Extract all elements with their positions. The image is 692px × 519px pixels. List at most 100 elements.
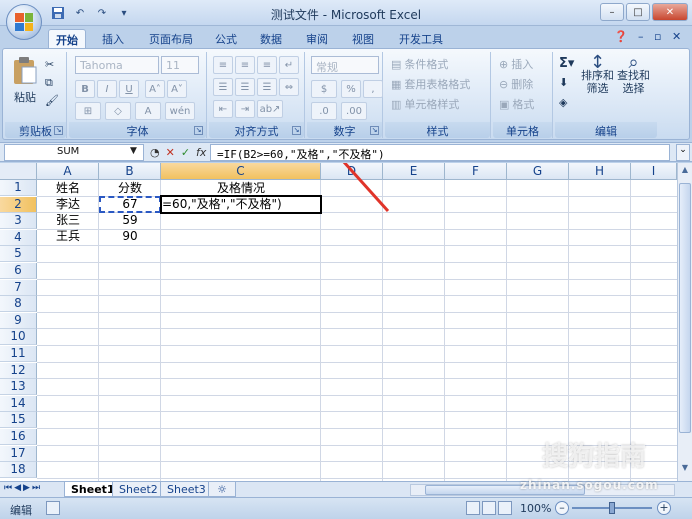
zoom-out-icon[interactable]: – <box>555 501 569 515</box>
wrap-text-icon[interactable]: ↵ <box>279 56 299 74</box>
zoom-slider-thumb[interactable] <box>609 502 615 514</box>
decrease-decimal-icon[interactable]: .00 <box>341 102 367 120</box>
fill-icon[interactable]: ⬇ <box>559 76 568 89</box>
conditional-format-button[interactable]: ▤ 条件格式 <box>391 56 448 72</box>
column-header-f[interactable]: F <box>445 163 507 180</box>
cell-a2[interactable]: 李达 <box>37 196 99 212</box>
normal-view-icon[interactable] <box>466 501 480 515</box>
scroll-up-icon[interactable]: ▲ <box>679 165 691 179</box>
expand-formula-bar-icon[interactable]: ⌄ <box>676 144 690 161</box>
formula-input[interactable]: =IF(B2>=60,"及格","不及格") <box>210 144 670 161</box>
delete-cells-button[interactable]: ⊖ 删除 <box>499 76 533 92</box>
font-name-box[interactable]: Tahoma <box>75 56 159 74</box>
name-box-dropdown-icon[interactable]: ▼ <box>130 146 137 156</box>
grow-font-icon[interactable]: A˄ <box>145 80 165 98</box>
font-size-box[interactable]: 11 <box>161 56 199 74</box>
find-select-button[interactable]: ⌕ 查找和 选择 <box>617 54 650 96</box>
row-header-10[interactable]: 10 <box>0 329 37 346</box>
row-header-16[interactable]: 16 <box>0 429 37 445</box>
cell-b4[interactable]: 90 <box>99 228 161 244</box>
bold-icon[interactable]: B <box>75 80 95 98</box>
tab-developer[interactable]: 开发工具 <box>392 29 450 48</box>
name-box[interactable]: SUM <box>4 144 144 161</box>
cell-c2[interactable]: =60,"及格","不及格") <box>162 196 320 212</box>
font-launcher-icon[interactable]: ↘ <box>194 126 203 135</box>
number-launcher-icon[interactable]: ↘ <box>370 126 379 135</box>
close-button[interactable]: ✕ <box>652 3 688 21</box>
clipboard-launcher-icon[interactable]: ↘ <box>54 126 63 135</box>
tab-page-layout[interactable]: 页面布局 <box>142 29 200 48</box>
sheet-tab-3[interactable]: Sheet3 <box>160 482 213 497</box>
format-as-table-button[interactable]: ▦ 套用表格格式 <box>391 76 470 92</box>
row-header-18[interactable]: 18 <box>0 462 37 479</box>
row-header-1[interactable]: 1 <box>0 180 37 196</box>
cell-a4[interactable]: 王兵 <box>37 228 99 244</box>
align-right-icon[interactable]: ☰ <box>257 78 277 96</box>
row-header-14[interactable]: 14 <box>0 395 37 412</box>
sheet-tab-2[interactable]: Sheet2 <box>112 482 165 497</box>
cell-b2[interactable]: 67 <box>99 196 161 212</box>
column-header-b[interactable]: B <box>99 163 161 180</box>
font-color-icon[interactable]: A <box>135 102 161 120</box>
comma-style-icon[interactable]: , <box>363 80 383 98</box>
tab-view[interactable]: 视图 <box>344 29 382 48</box>
autosum-icon[interactable]: Σ▾ <box>559 56 574 71</box>
row-header-7[interactable]: 7 <box>0 279 37 296</box>
align-center-icon[interactable]: ☰ <box>235 78 255 96</box>
column-header-c[interactable]: C <box>161 163 321 180</box>
scroll-down-icon[interactable]: ▼ <box>679 463 691 477</box>
column-header-a[interactable]: A <box>37 163 99 180</box>
tab-review[interactable]: 审阅 <box>298 29 336 48</box>
cut-icon[interactable]: ✂ <box>45 58 54 71</box>
cell-b3[interactable]: 59 <box>99 212 161 228</box>
cell-a1[interactable]: 姓名 <box>37 180 99 196</box>
row-header-8[interactable]: 8 <box>0 296 37 313</box>
row-header-11[interactable]: 11 <box>0 346 37 362</box>
clear-icon[interactable]: ◈ <box>559 96 567 109</box>
office-button[interactable] <box>6 4 42 40</box>
cell-a3[interactable]: 张三 <box>37 212 99 228</box>
row-header-6[interactable]: 6 <box>0 263 37 279</box>
ribbon-minimize-icon[interactable]: – <box>638 30 644 43</box>
fill-color-icon[interactable]: ◇ <box>105 102 131 120</box>
align-bottom-icon[interactable]: ≡ <box>257 56 277 74</box>
sort-filter-button[interactable]: ↕ 排序和 筛选 <box>581 54 614 96</box>
tab-home[interactable]: 开始 <box>48 29 86 48</box>
phonetic-icon[interactable]: wén <box>165 102 195 120</box>
alignment-launcher-icon[interactable]: ↘ <box>292 126 301 135</box>
percent-icon[interactable]: % <box>341 80 361 98</box>
enter-formula-icon[interactable]: ✓ <box>181 146 190 159</box>
minimize-button[interactable]: – <box>600 3 624 21</box>
insert-cells-button[interactable]: ⊕ 插入 <box>499 56 533 72</box>
number-format-box[interactable]: 常规 <box>311 56 379 74</box>
row-header-3[interactable]: 3 <box>0 213 37 230</box>
zoom-level[interactable]: 100% <box>520 502 551 515</box>
increase-indent-icon[interactable]: ⇥ <box>235 100 255 118</box>
cancel-formula-icon[interactable]: ✕ <box>166 146 175 159</box>
row-header-12[interactable]: 12 <box>0 362 37 379</box>
format-cells-button[interactable]: ▣ 格式 <box>499 96 534 112</box>
cell-b1[interactable]: 分数 <box>99 180 161 196</box>
insert-sheet-icon[interactable]: ☼ <box>208 482 236 497</box>
cell-styles-button[interactable]: ▥ 单元格样式 <box>391 96 459 112</box>
vertical-scrollbar[interactable]: ▲ ▼ <box>677 163 692 481</box>
tab-formulas[interactable]: 公式 <box>207 29 245 48</box>
orientation-icon[interactable]: ab↗ <box>257 100 283 118</box>
format-painter-icon[interactable]: 🖌 <box>45 94 59 107</box>
column-header-h[interactable]: H <box>569 163 631 180</box>
row-header-15[interactable]: 15 <box>0 412 37 429</box>
align-top-icon[interactable]: ≡ <box>213 56 233 74</box>
row-header-17[interactable]: 17 <box>0 445 37 462</box>
align-middle-icon[interactable]: ≡ <box>235 56 255 74</box>
column-header-g[interactable]: G <box>507 163 569 180</box>
align-left-icon[interactable]: ☰ <box>213 78 233 96</box>
worksheet-grid[interactable]: ABCDEFGHI 123456789101112131415161718 姓名… <box>0 163 692 481</box>
insert-function-icon[interactable]: fx <box>196 146 206 159</box>
italic-icon[interactable]: I <box>97 80 117 98</box>
copy-icon[interactable]: ⧉ <box>45 76 53 90</box>
maximize-button[interactable]: □ <box>626 3 650 21</box>
page-layout-view-icon[interactable] <box>482 501 496 515</box>
column-header-i[interactable]: I <box>631 163 677 180</box>
row-header-13[interactable]: 13 <box>0 379 37 396</box>
shrink-font-icon[interactable]: A˅ <box>167 80 187 98</box>
